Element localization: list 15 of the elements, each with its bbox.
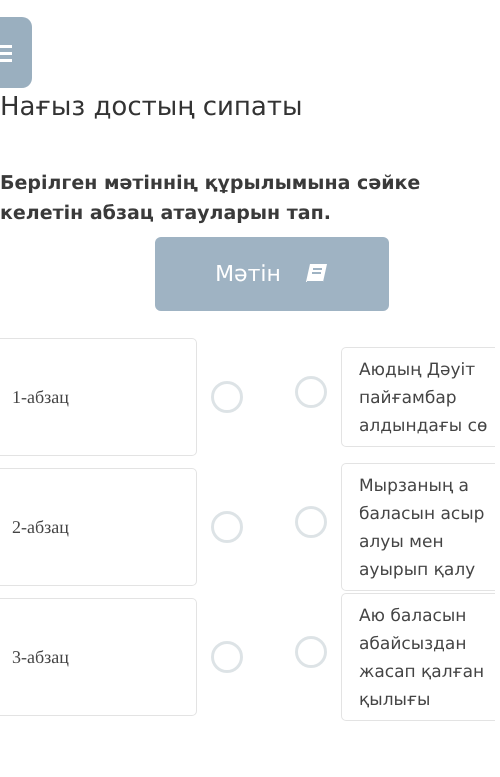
instruction-text: Берілген мәтіннің құрылымына сәйке келетін абзац атауларын тап. [0,171,422,226]
radio-button[interactable] [295,506,327,538]
paragraph-card[interactable]: 1-абзац [0,338,197,456]
radio-button[interactable] [211,511,243,543]
radio-button[interactable] [295,636,327,668]
page-title: Нағыз достың сипаты [0,91,304,124]
answer-card[interactable]: Аю баласын абайсыздан жасап қалған қылығы [341,593,495,721]
paragraph-card[interactable]: 2-абзац [0,468,197,586]
radio-button[interactable] [211,381,243,413]
menu-button[interactable] [0,17,32,88]
radio-button[interactable] [211,641,243,673]
radio-button[interactable] [295,376,327,408]
paragraph-card[interactable]: 3-абзац [0,598,197,716]
answer-card[interactable]: Аюдың Дәуіт пайғамбар алдындағы сө [341,347,495,447]
answer-card[interactable]: Мырзаның а баласын асыр алуы мен ауырып қалу [341,463,495,591]
